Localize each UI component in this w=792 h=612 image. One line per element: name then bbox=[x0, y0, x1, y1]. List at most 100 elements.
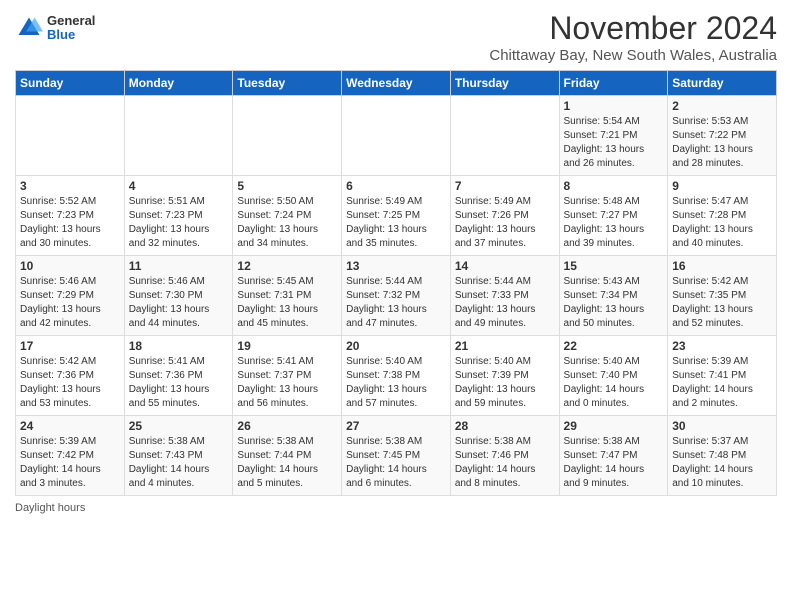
day-number: 7 bbox=[455, 179, 555, 193]
week-row-0: 1Sunrise: 5:54 AM Sunset: 7:21 PM Daylig… bbox=[16, 96, 777, 176]
day-number: 11 bbox=[129, 259, 229, 273]
calendar-cell: 2 Sunrise: 5:53 AM Sunset: 7:22 PM Daylig… bbox=[668, 96, 777, 176]
header-tuesday: Tuesday bbox=[233, 71, 342, 96]
logo-text: General Blue bbox=[47, 14, 95, 43]
day-info: Sunrise: 5:53 AM Sunset: 7:22 PM Dayligh… bbox=[672, 115, 772, 171]
day-info: Sunrise: 5:49 AM Sunset: 7:26 PM Dayligh… bbox=[455, 195, 555, 251]
day-number: 28 bbox=[455, 419, 555, 433]
calendar-cell: 19 Sunrise: 5:41 AM Sunset: 7:37 PM Dayli… bbox=[233, 336, 342, 416]
day-number: 17 bbox=[20, 339, 120, 353]
day-number: 19 bbox=[237, 339, 337, 353]
day-info: Sunrise: 5:38 AM Sunset: 7:47 PM Dayligh… bbox=[564, 435, 664, 491]
day-number: 10 bbox=[20, 259, 120, 273]
calendar-cell: 17 Sunrise: 5:42 AM Sunset: 7:36 PM Dayli… bbox=[16, 336, 125, 416]
day-info: Sunrise: 5:38 AM Sunset: 7:43 PM Dayligh… bbox=[129, 435, 229, 491]
day-number: 8 bbox=[564, 179, 664, 193]
week-row-2: 10 Sunrise: 5:46 AM Sunset: 7:29 PM Dayli… bbox=[16, 256, 777, 336]
calendar-header-row: SundayMondayTuesdayWednesdayThursdayFrid… bbox=[16, 71, 777, 96]
day-number: 29 bbox=[564, 419, 664, 433]
day-info: Sunrise: 5:44 AM Sunset: 7:32 PM Dayligh… bbox=[346, 275, 446, 331]
logo-general-text: General bbox=[47, 14, 95, 28]
calendar-cell bbox=[16, 96, 125, 176]
calendar-cell: 26Sunrise: 5:38 AM Sunset: 7:44 PM Dayli… bbox=[233, 416, 342, 496]
calendar-cell: 12Sunrise: 5:45 AM Sunset: 7:31 PM Dayli… bbox=[233, 256, 342, 336]
footer-note-text: Daylight hours bbox=[15, 502, 85, 514]
calendar-cell bbox=[342, 96, 451, 176]
calendar-cell: 15Sunrise: 5:43 AM Sunset: 7:34 PM Dayli… bbox=[559, 256, 668, 336]
day-info: Sunrise: 5:39 AM Sunset: 7:42 PM Dayligh… bbox=[20, 435, 120, 491]
main-title: November 2024 bbox=[489, 10, 777, 47]
day-info: Sunrise: 5:38 AM Sunset: 7:46 PM Dayligh… bbox=[455, 435, 555, 491]
day-number: 22 bbox=[564, 339, 664, 353]
day-info: Sunrise: 5:51 AM Sunset: 7:23 PM Dayligh… bbox=[129, 195, 229, 251]
day-info: Sunrise: 5:49 AM Sunset: 7:25 PM Dayligh… bbox=[346, 195, 446, 251]
title-block: November 2024 Chittaway Bay, New South W… bbox=[489, 10, 777, 64]
footer-note: Daylight hours bbox=[15, 502, 777, 514]
day-number: 25 bbox=[129, 419, 229, 433]
header-thursday: Thursday bbox=[450, 71, 559, 96]
header-monday: Monday bbox=[124, 71, 233, 96]
calendar-cell: 21Sunrise: 5:40 AM Sunset: 7:39 PM Dayli… bbox=[450, 336, 559, 416]
day-info: Sunrise: 5:37 AM Sunset: 7:48 PM Dayligh… bbox=[672, 435, 772, 491]
day-number: 26 bbox=[237, 419, 337, 433]
day-number: 23 bbox=[672, 339, 772, 353]
day-number: 6 bbox=[346, 179, 446, 193]
day-info: Sunrise: 5:52 AM Sunset: 7:23 PM Dayligh… bbox=[20, 195, 120, 251]
day-number: 21 bbox=[455, 339, 555, 353]
day-info: Sunrise: 5:40 AM Sunset: 7:40 PM Dayligh… bbox=[564, 355, 664, 411]
day-info: Sunrise: 5:43 AM Sunset: 7:34 PM Dayligh… bbox=[564, 275, 664, 331]
calendar-cell bbox=[450, 96, 559, 176]
calendar-cell: 16 Sunrise: 5:42 AM Sunset: 7:35 PM Dayli… bbox=[668, 256, 777, 336]
day-number: 5 bbox=[237, 179, 337, 193]
calendar-cell bbox=[124, 96, 233, 176]
day-number: 2 bbox=[672, 99, 772, 113]
day-info: Sunrise: 5:42 AM Sunset: 7:36 PM Dayligh… bbox=[20, 355, 120, 411]
calendar-cell: 27 Sunrise: 5:38 AM Sunset: 7:45 PM Dayli… bbox=[342, 416, 451, 496]
calendar-cell: 30 Sunrise: 5:37 AM Sunset: 7:48 PM Dayli… bbox=[668, 416, 777, 496]
day-number: 18 bbox=[129, 339, 229, 353]
day-info: Sunrise: 5:46 AM Sunset: 7:29 PM Dayligh… bbox=[20, 275, 120, 331]
calendar-cell: 28 Sunrise: 5:38 AM Sunset: 7:46 PM Dayli… bbox=[450, 416, 559, 496]
calendar-cell: 9 Sunrise: 5:47 AM Sunset: 7:28 PM Daylig… bbox=[668, 176, 777, 256]
calendar-cell: 1Sunrise: 5:54 AM Sunset: 7:21 PM Daylig… bbox=[559, 96, 668, 176]
calendar-cell: 20Sunrise: 5:40 AM Sunset: 7:38 PM Dayli… bbox=[342, 336, 451, 416]
day-info: Sunrise: 5:38 AM Sunset: 7:45 PM Dayligh… bbox=[346, 435, 446, 491]
calendar-cell: 25 Sunrise: 5:38 AM Sunset: 7:43 PM Dayli… bbox=[124, 416, 233, 496]
day-info: Sunrise: 5:41 AM Sunset: 7:37 PM Dayligh… bbox=[237, 355, 337, 411]
calendar-cell bbox=[233, 96, 342, 176]
header-friday: Friday bbox=[559, 71, 668, 96]
calendar-cell: 5Sunrise: 5:50 AM Sunset: 7:24 PM Daylig… bbox=[233, 176, 342, 256]
calendar-cell: 8Sunrise: 5:48 AM Sunset: 7:27 PM Daylig… bbox=[559, 176, 668, 256]
calendar-cell: 24Sunrise: 5:39 AM Sunset: 7:42 PM Dayli… bbox=[16, 416, 125, 496]
day-number: 14 bbox=[455, 259, 555, 273]
day-info: Sunrise: 5:45 AM Sunset: 7:31 PM Dayligh… bbox=[237, 275, 337, 331]
week-row-3: 17 Sunrise: 5:42 AM Sunset: 7:36 PM Dayli… bbox=[16, 336, 777, 416]
day-number: 30 bbox=[672, 419, 772, 433]
day-number: 13 bbox=[346, 259, 446, 273]
day-number: 16 bbox=[672, 259, 772, 273]
day-info: Sunrise: 5:46 AM Sunset: 7:30 PM Dayligh… bbox=[129, 275, 229, 331]
calendar-cell: 3 Sunrise: 5:52 AM Sunset: 7:23 PM Daylig… bbox=[16, 176, 125, 256]
calendar-cell: 10 Sunrise: 5:46 AM Sunset: 7:29 PM Dayli… bbox=[16, 256, 125, 336]
day-info: Sunrise: 5:54 AM Sunset: 7:21 PM Dayligh… bbox=[564, 115, 664, 171]
calendar-cell: 14 Sunrise: 5:44 AM Sunset: 7:33 PM Dayli… bbox=[450, 256, 559, 336]
week-row-1: 3 Sunrise: 5:52 AM Sunset: 7:23 PM Daylig… bbox=[16, 176, 777, 256]
day-number: 3 bbox=[20, 179, 120, 193]
calendar-cell: 23Sunrise: 5:39 AM Sunset: 7:41 PM Dayli… bbox=[668, 336, 777, 416]
calendar-cell: 4Sunrise: 5:51 AM Sunset: 7:23 PM Daylig… bbox=[124, 176, 233, 256]
header-sunday: Sunday bbox=[16, 71, 125, 96]
day-number: 20 bbox=[346, 339, 446, 353]
logo-icon bbox=[15, 14, 43, 42]
header: General Blue November 2024 Chittaway Bay… bbox=[15, 10, 777, 64]
day-info: Sunrise: 5:42 AM Sunset: 7:35 PM Dayligh… bbox=[672, 275, 772, 331]
day-info: Sunrise: 5:47 AM Sunset: 7:28 PM Dayligh… bbox=[672, 195, 772, 251]
calendar-cell: 6 Sunrise: 5:49 AM Sunset: 7:25 PM Daylig… bbox=[342, 176, 451, 256]
calendar-cell: 29 Sunrise: 5:38 AM Sunset: 7:47 PM Dayli… bbox=[559, 416, 668, 496]
logo: General Blue bbox=[15, 14, 95, 43]
day-info: Sunrise: 5:44 AM Sunset: 7:33 PM Dayligh… bbox=[455, 275, 555, 331]
day-number: 9 bbox=[672, 179, 772, 193]
calendar-cell: 22 Sunrise: 5:40 AM Sunset: 7:40 PM Dayli… bbox=[559, 336, 668, 416]
day-number: 27 bbox=[346, 419, 446, 433]
calendar-cell: 7 Sunrise: 5:49 AM Sunset: 7:26 PM Daylig… bbox=[450, 176, 559, 256]
day-info: Sunrise: 5:41 AM Sunset: 7:36 PM Dayligh… bbox=[129, 355, 229, 411]
